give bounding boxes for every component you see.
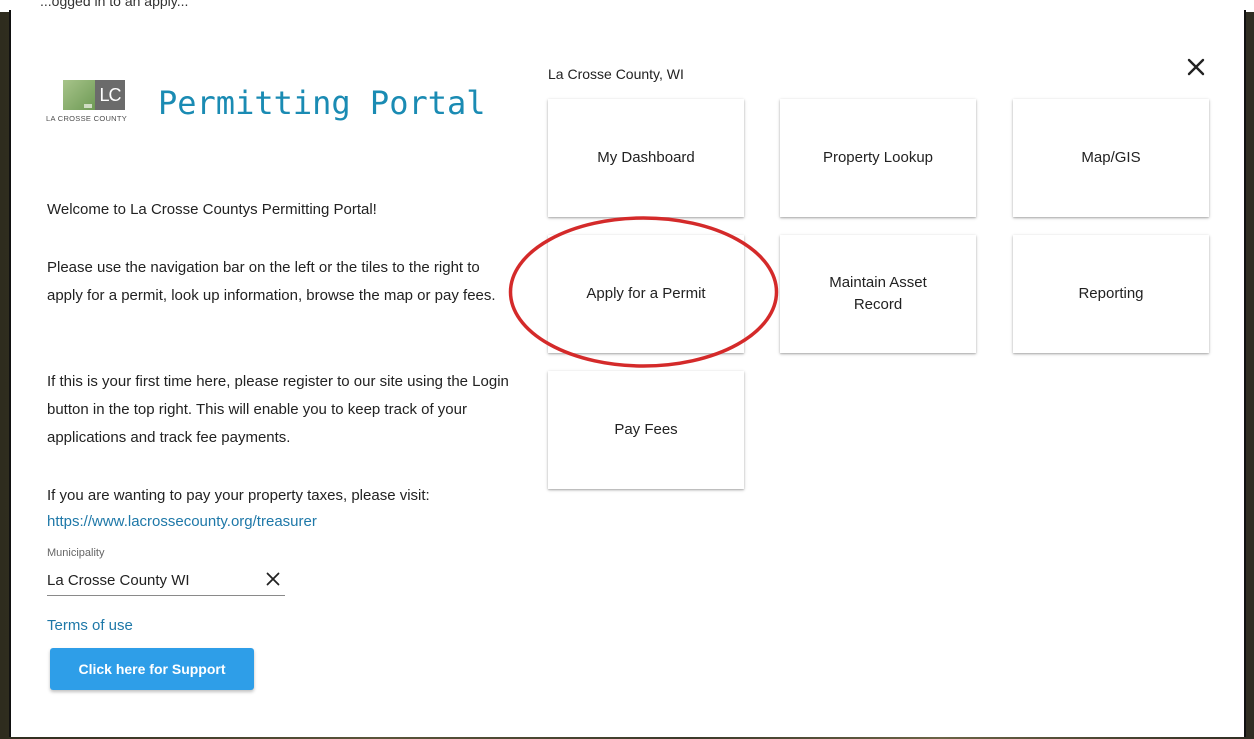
portal-dialog: LC LA CROSSE COUNTY Permitting Portal We…	[0, 0, 1254, 739]
clear-icon	[266, 572, 280, 585]
support-button[interactable]: Click here for Support	[50, 648, 254, 690]
intro-paragraph-3: If you are wanting to pay your property …	[47, 487, 430, 504]
logo-initials: LC	[95, 80, 125, 110]
tile-property-lookup[interactable]: Property Lookup	[780, 99, 976, 217]
intro-paragraph-2: If this is your first time here, please …	[47, 373, 509, 446]
municipality-label: Municipality	[47, 547, 105, 559]
welcome-text: Welcome to La Crosse Countys Permitting …	[47, 201, 377, 218]
logo-green-block	[63, 80, 95, 110]
page-title: Permitting Portal	[158, 84, 486, 122]
tile-maintain-asset-record[interactable]: Maintain Asset Record	[780, 235, 976, 353]
close-icon	[1187, 58, 1205, 76]
tile-reporting[interactable]: Reporting	[1013, 235, 1209, 353]
terms-of-use-link[interactable]: Terms of use	[47, 617, 133, 634]
county-name: La Crosse County, WI	[548, 66, 684, 82]
treasurer-link[interactable]: https://www.lacrossecounty.org/treasurer	[47, 508, 517, 536]
municipality-value: La Crosse County WI	[47, 571, 190, 589]
tile-my-dashboard[interactable]: My Dashboard	[548, 99, 744, 217]
intro-paragraph-1: Please use the navigation bar on the lef…	[47, 259, 496, 304]
tile-pay-fees[interactable]: Pay Fees	[548, 371, 744, 489]
tile-apply-for-permit[interactable]: Apply for a Permit	[548, 235, 744, 353]
logo-subtitle: LA CROSSE COUNTY	[46, 114, 128, 123]
municipality-clear-button[interactable]	[261, 569, 285, 592]
county-logo: LC LA CROSSE COUNTY	[45, 72, 145, 132]
municipality-select[interactable]: La Crosse County WI	[47, 565, 285, 596]
close-button[interactable]	[1184, 55, 1208, 79]
tile-map-gis[interactable]: Map/GIS	[1013, 99, 1209, 217]
